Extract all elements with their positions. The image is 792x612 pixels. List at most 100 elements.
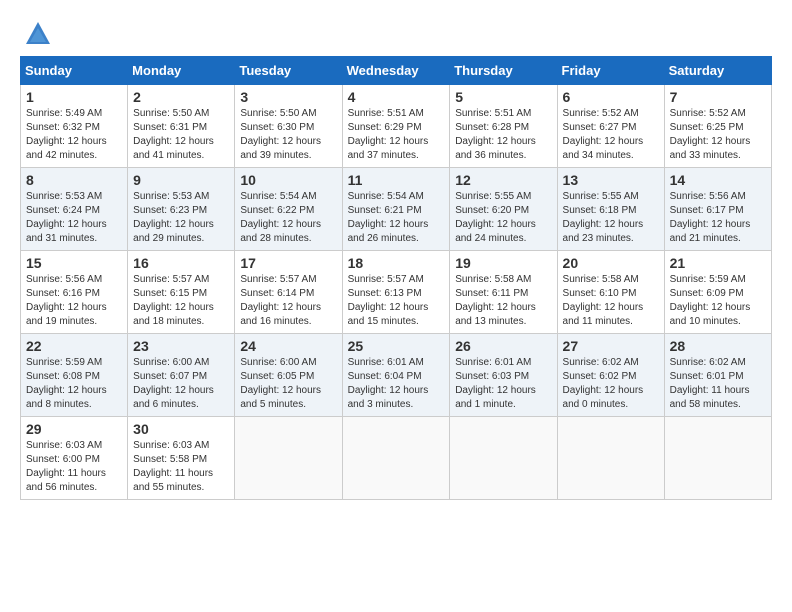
calendar-cell: 20 Sunrise: 5:58 AM Sunset: 6:10 PM Dayli… <box>557 251 664 334</box>
calendar-cell <box>342 417 450 500</box>
day-number: 13 <box>563 172 659 188</box>
day-info: Sunrise: 5:59 AM Sunset: 6:08 PM Dayligh… <box>26 356 122 412</box>
day-number: 2 <box>133 89 229 105</box>
calendar-cell <box>235 417 342 500</box>
day-number: 20 <box>563 255 659 271</box>
calendar-cell: 27 Sunrise: 6:02 AM Sunset: 6:02 PM Dayli… <box>557 334 664 417</box>
calendar-cell: 19Sunrise: 5:58 AM Sunset: 6:11 PM Dayli… <box>450 251 557 334</box>
day-number: 5 <box>455 89 551 105</box>
calendar-cell: 18 Sunrise: 5:57 AM Sunset: 6:13 PM Dayli… <box>342 251 450 334</box>
logo <box>20 20 52 48</box>
header-friday: Friday <box>557 57 664 85</box>
calendar-cell: 9 Sunrise: 5:53 AM Sunset: 6:23 PM Daylig… <box>128 168 235 251</box>
calendar-cell: 16 Sunrise: 5:57 AM Sunset: 6:15 PM Dayli… <box>128 251 235 334</box>
day-info: Sunrise: 6:03 AM Sunset: 6:00 PM Dayligh… <box>26 439 122 495</box>
day-number: 23 <box>133 338 229 354</box>
calendar-cell <box>664 417 771 500</box>
day-number: 16 <box>133 255 229 271</box>
day-info: Sunrise: 6:03 AM Sunset: 5:58 PM Dayligh… <box>133 439 229 495</box>
day-info: Sunrise: 5:49 AM Sunset: 6:32 PM Dayligh… <box>26 107 122 163</box>
day-number: 14 <box>670 172 766 188</box>
day-info: Sunrise: 6:00 AM Sunset: 6:07 PM Dayligh… <box>133 356 229 412</box>
day-number: 28 <box>670 338 766 354</box>
day-number: 25 <box>348 338 445 354</box>
calendar-cell: 14Sunrise: 5:56 AM Sunset: 6:17 PM Dayli… <box>664 168 771 251</box>
header-saturday: Saturday <box>664 57 771 85</box>
day-info: Sunrise: 5:57 AM Sunset: 6:15 PM Dayligh… <box>133 273 229 329</box>
calendar-table: SundayMondayTuesdayWednesdayThursdayFrid… <box>20 56 772 500</box>
day-info: Sunrise: 5:52 AM Sunset: 6:25 PM Dayligh… <box>670 107 766 163</box>
day-info: Sunrise: 5:55 AM Sunset: 6:18 PM Dayligh… <box>563 190 659 246</box>
day-info: Sunrise: 5:58 AM Sunset: 6:11 PM Dayligh… <box>455 273 551 329</box>
day-info: Sunrise: 6:01 AM Sunset: 6:04 PM Dayligh… <box>348 356 445 412</box>
calendar-cell <box>557 417 664 500</box>
day-number: 8 <box>26 172 122 188</box>
day-number: 1 <box>26 89 122 105</box>
header-monday: Monday <box>128 57 235 85</box>
day-number: 30 <box>133 421 229 437</box>
calendar-cell: 21 Sunrise: 5:59 AM Sunset: 6:09 PM Dayli… <box>664 251 771 334</box>
calendar-cell: 17 Sunrise: 5:57 AM Sunset: 6:14 PM Dayli… <box>235 251 342 334</box>
calendar-cell: 8 Sunrise: 5:53 AM Sunset: 6:24 PM Daylig… <box>21 168 128 251</box>
day-number: 10 <box>240 172 336 188</box>
day-info: Sunrise: 5:54 AM Sunset: 6:21 PM Dayligh… <box>348 190 445 246</box>
day-info: Sunrise: 5:53 AM Sunset: 6:23 PM Dayligh… <box>133 190 229 246</box>
day-info: Sunrise: 5:51 AM Sunset: 6:29 PM Dayligh… <box>348 107 445 163</box>
calendar-cell: 6 Sunrise: 5:52 AM Sunset: 6:27 PM Daylig… <box>557 85 664 168</box>
calendar-cell: 3Sunrise: 5:50 AM Sunset: 6:30 PM Daylig… <box>235 85 342 168</box>
day-number: 6 <box>563 89 659 105</box>
day-info: Sunrise: 5:55 AM Sunset: 6:20 PM Dayligh… <box>455 190 551 246</box>
day-info: Sunrise: 6:02 AM Sunset: 6:02 PM Dayligh… <box>563 356 659 412</box>
calendar-cell: 5 Sunrise: 5:51 AM Sunset: 6:28 PM Daylig… <box>450 85 557 168</box>
logo-icon <box>24 20 52 48</box>
calendar-cell: 10 Sunrise: 5:54 AM Sunset: 6:22 PM Dayli… <box>235 168 342 251</box>
day-number: 11 <box>348 172 445 188</box>
day-number: 29 <box>26 421 122 437</box>
calendar-cell: 12 Sunrise: 5:55 AM Sunset: 6:20 PM Dayli… <box>450 168 557 251</box>
day-info: Sunrise: 5:51 AM Sunset: 6:28 PM Dayligh… <box>455 107 551 163</box>
calendar-cell: 7 Sunrise: 5:52 AM Sunset: 6:25 PM Daylig… <box>664 85 771 168</box>
calendar-week-2: 8 Sunrise: 5:53 AM Sunset: 6:24 PM Daylig… <box>21 168 772 251</box>
day-info: Sunrise: 6:02 AM Sunset: 6:01 PM Dayligh… <box>670 356 766 412</box>
day-number: 7 <box>670 89 766 105</box>
day-number: 26 <box>455 338 551 354</box>
day-info: Sunrise: 5:53 AM Sunset: 6:24 PM Dayligh… <box>26 190 122 246</box>
day-info: Sunrise: 5:54 AM Sunset: 6:22 PM Dayligh… <box>240 190 336 246</box>
day-number: 21 <box>670 255 766 271</box>
calendar-cell: 22 Sunrise: 5:59 AM Sunset: 6:08 PM Dayli… <box>21 334 128 417</box>
header-sunday: Sunday <box>21 57 128 85</box>
day-number: 9 <box>133 172 229 188</box>
calendar-cell: 24 Sunrise: 6:00 AM Sunset: 6:05 PM Dayli… <box>235 334 342 417</box>
day-info: Sunrise: 5:59 AM Sunset: 6:09 PM Dayligh… <box>670 273 766 329</box>
calendar-cell: 4 Sunrise: 5:51 AM Sunset: 6:29 PM Daylig… <box>342 85 450 168</box>
header-thursday: Thursday <box>450 57 557 85</box>
calendar-cell: 28 Sunrise: 6:02 AM Sunset: 6:01 PM Dayli… <box>664 334 771 417</box>
day-number: 4 <box>348 89 445 105</box>
day-info: Sunrise: 6:00 AM Sunset: 6:05 PM Dayligh… <box>240 356 336 412</box>
day-number: 18 <box>348 255 445 271</box>
day-info: Sunrise: 5:56 AM Sunset: 6:16 PM Dayligh… <box>26 273 122 329</box>
calendar-week-5: 29 Sunrise: 6:03 AM Sunset: 6:00 PM Dayli… <box>21 417 772 500</box>
calendar-cell: 13 Sunrise: 5:55 AM Sunset: 6:18 PM Dayli… <box>557 168 664 251</box>
calendar-cell: 2 Sunrise: 5:50 AM Sunset: 6:31 PM Daylig… <box>128 85 235 168</box>
page-header <box>20 20 772 48</box>
day-number: 24 <box>240 338 336 354</box>
calendar-cell: 29 Sunrise: 6:03 AM Sunset: 6:00 PM Dayli… <box>21 417 128 500</box>
day-number: 22 <box>26 338 122 354</box>
calendar-cell: 1 Sunrise: 5:49 AM Sunset: 6:32 PM Daylig… <box>21 85 128 168</box>
calendar-cell: 11 Sunrise: 5:54 AM Sunset: 6:21 PM Dayli… <box>342 168 450 251</box>
day-number: 27 <box>563 338 659 354</box>
day-number: 12 <box>455 172 551 188</box>
day-info: Sunrise: 5:50 AM Sunset: 6:31 PM Dayligh… <box>133 107 229 163</box>
calendar-cell: 15 Sunrise: 5:56 AM Sunset: 6:16 PM Dayli… <box>21 251 128 334</box>
day-number: 15 <box>26 255 122 271</box>
day-info: Sunrise: 5:52 AM Sunset: 6:27 PM Dayligh… <box>563 107 659 163</box>
header-tuesday: Tuesday <box>235 57 342 85</box>
day-info: Sunrise: 5:57 AM Sunset: 6:13 PM Dayligh… <box>348 273 445 329</box>
day-info: Sunrise: 5:58 AM Sunset: 6:10 PM Dayligh… <box>563 273 659 329</box>
calendar-cell: 26 Sunrise: 6:01 AM Sunset: 6:03 PM Dayli… <box>450 334 557 417</box>
day-info: Sunrise: 5:57 AM Sunset: 6:14 PM Dayligh… <box>240 273 336 329</box>
day-number: 17 <box>240 255 336 271</box>
day-info: Sunrise: 6:01 AM Sunset: 6:03 PM Dayligh… <box>455 356 551 412</box>
calendar-cell: 23 Sunrise: 6:00 AM Sunset: 6:07 PM Dayli… <box>128 334 235 417</box>
